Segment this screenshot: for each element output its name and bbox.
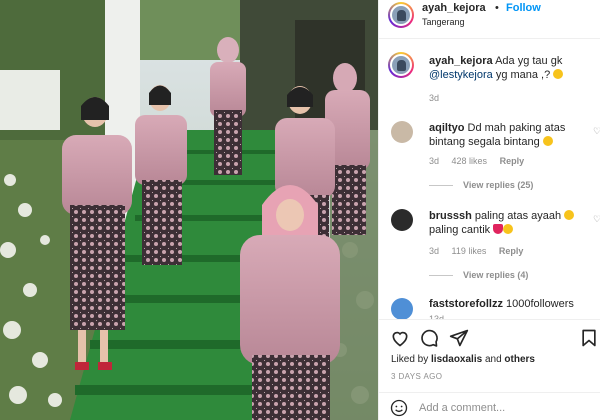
comment-likes[interactable]: 428 likes: [452, 156, 488, 166]
follow-button[interactable]: Follow: [506, 2, 541, 14]
comment-username[interactable]: faststorefollzz: [429, 298, 503, 310]
comment-meta: 3d 119 likes Reply: [429, 246, 533, 256]
liked-user[interactable]: lisdaoxalis: [431, 354, 482, 365]
share-icon[interactable]: [449, 328, 469, 348]
add-comment-input[interactable]: [419, 399, 594, 417]
caption-avatar[interactable]: [388, 52, 414, 78]
comment-text: faststorefollzz 1000followers: [429, 297, 589, 311]
comment-time: 3d: [429, 246, 440, 256]
commenter-avatar[interactable]: [391, 209, 413, 231]
commenter-avatar[interactable]: [391, 121, 413, 143]
comment-username[interactable]: aqiltyo: [429, 122, 464, 134]
caption-username[interactable]: ayah_kejora: [429, 55, 493, 67]
emoji-icon: [564, 210, 575, 220]
header-separator: •: [495, 2, 499, 14]
author-avatar[interactable]: [388, 2, 414, 28]
caption-time: 3d: [429, 93, 440, 103]
emoji-picker-icon[interactable]: [390, 399, 408, 417]
bookmark-icon[interactable]: [579, 328, 599, 348]
comment-text: brusssh paling atas ayaah paling cantik: [429, 209, 589, 237]
post-header: ayah_kejora • Follow Tangerang: [379, 0, 600, 39]
comment-body-2: paling cantik: [429, 224, 491, 236]
emoji-icon: [542, 136, 553, 146]
reply-button[interactable]: Reply: [500, 156, 525, 166]
caption-body-2: yg mana ,?: [495, 69, 551, 81]
heart-emoji-icon: [493, 224, 504, 234]
add-comment-bar: [379, 392, 600, 420]
wedding-photo: [0, 0, 378, 420]
post-actions: Liked by lisdaoxalis and others 3 DAYS A…: [379, 319, 600, 420]
liked-by: Liked by lisdaoxalis and others: [391, 354, 535, 365]
comment-like-icon[interactable]: ♡: [593, 214, 600, 225]
comment-body: paling atas ayaah: [474, 210, 562, 222]
comment-time: 3d: [429, 156, 440, 166]
comment-likes[interactable]: 119 likes: [452, 246, 487, 256]
post-side-panel: ayah_kejora • Follow Tangerang ayah_kejo…: [378, 0, 600, 420]
emoji-icon: [503, 224, 514, 234]
post-time: 3 DAYS AGO: [391, 372, 443, 381]
liked-others[interactable]: others: [504, 354, 535, 365]
post-location[interactable]: Tangerang: [422, 17, 465, 27]
comment-icon[interactable]: [419, 328, 439, 348]
smile-emoji-icon: [553, 69, 564, 79]
reply-button[interactable]: Reply: [499, 246, 524, 256]
comment-like-icon[interactable]: ♡: [593, 126, 600, 137]
comment-meta: 3d 428 likes Reply: [429, 156, 534, 166]
commenter-avatar[interactable]: [391, 298, 413, 320]
liked-and: and: [484, 354, 502, 365]
liked-prefix: Liked by: [391, 354, 429, 365]
comment-text: aqiltyo Dd mah paking atas bintang segal…: [429, 121, 589, 149]
caption-mention[interactable]: @lestykejora: [429, 69, 493, 81]
caption-body: Ada yg tau gk: [495, 55, 563, 67]
view-replies-button[interactable]: View replies (4): [429, 270, 528, 280]
comment-body: 1000followers: [506, 298, 574, 310]
view-replies-button[interactable]: View replies (25): [429, 180, 533, 190]
heart-icon[interactable]: [390, 328, 410, 348]
comment-username[interactable]: brusssh: [429, 210, 472, 222]
author-username[interactable]: ayah_kejora: [422, 2, 486, 14]
post-photo[interactable]: [0, 0, 378, 420]
caption-text: ayah_kejora Ada yg tau gk @lestykejora y…: [429, 54, 594, 82]
